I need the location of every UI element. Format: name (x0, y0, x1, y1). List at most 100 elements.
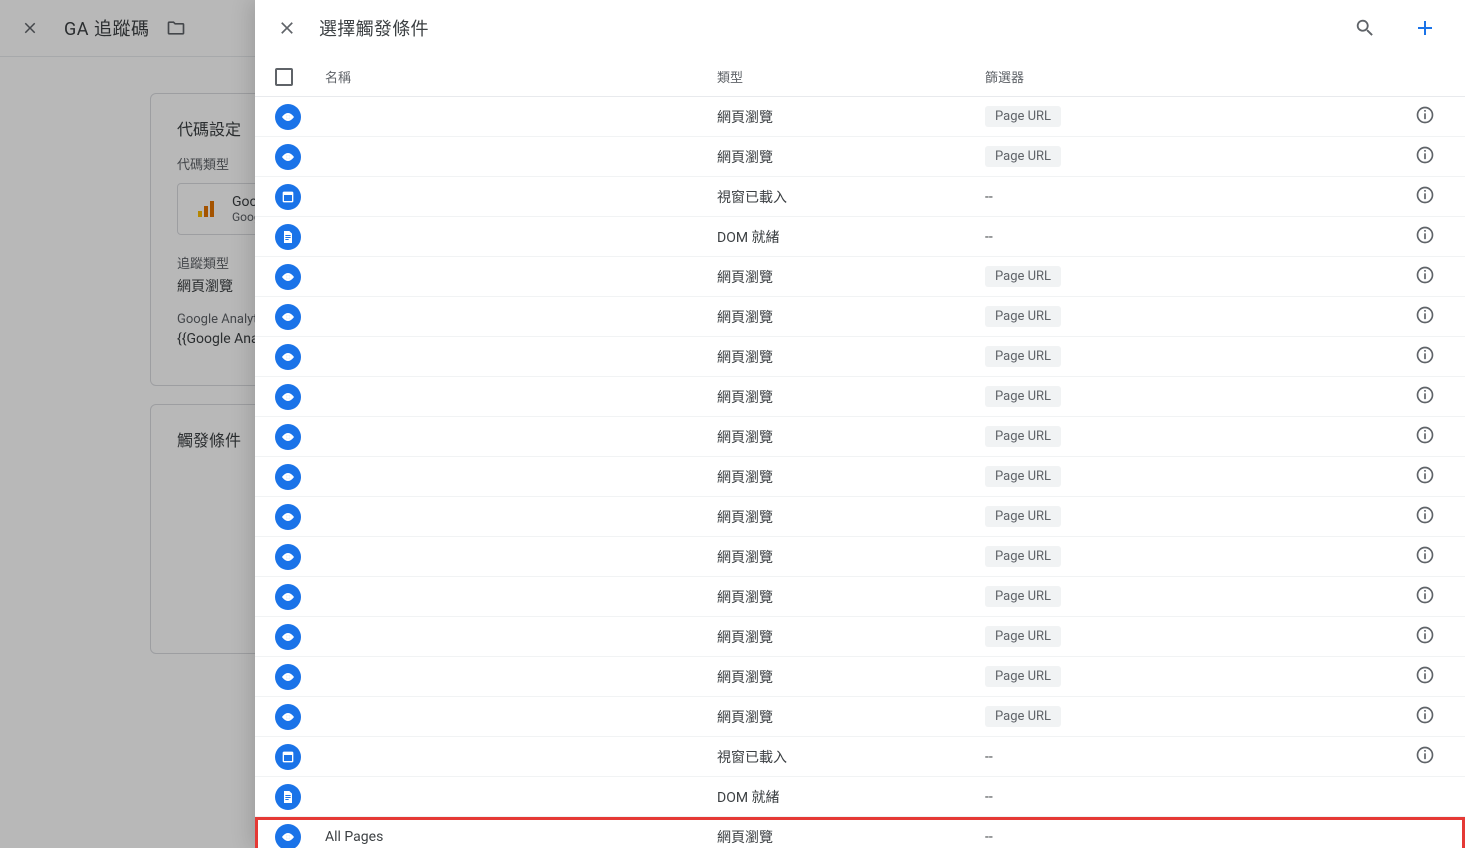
info-icon[interactable] (1415, 745, 1435, 769)
table-row[interactable]: 網頁瀏覽Page URL (255, 697, 1465, 737)
row-type: 網頁瀏覽 (717, 507, 985, 527)
table-row[interactable]: 網頁瀏覽Page URL (255, 657, 1465, 697)
trigger-type-icon-cell (275, 784, 325, 810)
add-icon[interactable] (1405, 8, 1445, 48)
row-type: 網頁瀏覽 (717, 667, 985, 687)
trigger-type-icon-cell (275, 504, 325, 530)
trigger-type-icon-cell (275, 304, 325, 330)
row-type: 視窗已載入 (717, 187, 985, 207)
table-row[interactable]: 視窗已載入-- (255, 177, 1465, 217)
table-row[interactable]: DOM 就緒-- (255, 217, 1465, 257)
row-info-cell (1405, 625, 1445, 649)
select-all-checkbox[interactable] (275, 68, 325, 86)
filter-pill: Page URL (985, 106, 1061, 127)
info-icon[interactable] (1415, 145, 1435, 169)
table-row[interactable]: 視窗已載入-- (255, 737, 1465, 777)
filter-pill: Page URL (985, 666, 1061, 687)
trigger-type-icon-cell (275, 624, 325, 650)
row-info-cell (1405, 425, 1445, 449)
pageview-icon (275, 624, 301, 650)
trigger-type-icon-cell (275, 544, 325, 570)
row-type: 網頁瀏覽 (717, 267, 985, 287)
row-type: 網頁瀏覽 (717, 627, 985, 647)
pageview-icon (275, 384, 301, 410)
checkbox-icon[interactable] (275, 68, 293, 86)
info-icon[interactable] (1415, 385, 1435, 409)
row-info-cell (1405, 105, 1445, 129)
filter-pill: Page URL (985, 466, 1061, 487)
table-row[interactable]: 網頁瀏覽Page URL (255, 137, 1465, 177)
pageview-icon (275, 424, 301, 450)
table-row[interactable]: 網頁瀏覽Page URL (255, 97, 1465, 137)
trigger-type-icon-cell (275, 664, 325, 690)
table-row[interactable]: DOM 就緒-- (255, 777, 1465, 817)
row-filter: -- (985, 829, 1405, 845)
row-type: 網頁瀏覽 (717, 707, 985, 727)
filter-pill: Page URL (985, 506, 1061, 527)
trigger-type-icon-cell (275, 184, 325, 210)
info-icon[interactable] (1415, 665, 1435, 689)
row-info-cell (1405, 585, 1445, 609)
pageview-icon (275, 464, 301, 490)
table-row[interactable]: 網頁瀏覽Page URL (255, 337, 1465, 377)
table-row[interactable]: 網頁瀏覽Page URL (255, 297, 1465, 337)
trigger-type-icon-cell (275, 584, 325, 610)
dom-ready-icon (275, 784, 301, 810)
info-icon[interactable] (1415, 305, 1435, 329)
row-info-cell (1405, 145, 1445, 169)
row-filter: -- (985, 789, 1405, 805)
table-row[interactable]: 網頁瀏覽Page URL (255, 377, 1465, 417)
table-row[interactable]: 網頁瀏覽Page URL (255, 537, 1465, 577)
row-info-cell (1405, 345, 1445, 369)
info-icon[interactable] (1415, 225, 1435, 249)
filter-pill: Page URL (985, 626, 1061, 647)
table-row[interactable]: All Pages網頁瀏覽-- (255, 817, 1465, 848)
dialog-title: 選擇觸發條件 (319, 15, 1325, 41)
table-row[interactable]: 網頁瀏覽Page URL (255, 617, 1465, 657)
info-icon[interactable] (1415, 585, 1435, 609)
info-icon[interactable] (1415, 465, 1435, 489)
table-row[interactable]: 網頁瀏覽Page URL (255, 457, 1465, 497)
row-type: 網頁瀏覽 (717, 107, 985, 127)
col-filter-header[interactable]: 篩選器 (985, 67, 1405, 86)
info-icon[interactable] (1415, 705, 1435, 729)
row-type: 網頁瀏覽 (717, 547, 985, 567)
row-filter: Page URL (985, 346, 1405, 367)
info-icon[interactable] (1415, 265, 1435, 289)
info-icon[interactable] (1415, 425, 1435, 449)
table-row[interactable]: 網頁瀏覽Page URL (255, 577, 1465, 617)
col-name-header[interactable]: 名稱 (325, 67, 717, 86)
table-row[interactable]: 網頁瀏覽Page URL (255, 257, 1465, 297)
close-icon[interactable] (275, 16, 299, 40)
row-type: 網頁瀏覽 (717, 147, 985, 167)
filter-pill: Page URL (985, 386, 1061, 407)
filter-pill: Page URL (985, 706, 1061, 727)
row-info-cell (1405, 665, 1445, 689)
row-type: 網頁瀏覽 (717, 427, 985, 447)
info-icon[interactable] (1415, 505, 1435, 529)
dom-ready-icon (275, 224, 301, 250)
table-row[interactable]: 網頁瀏覽Page URL (255, 497, 1465, 537)
pageview-icon (275, 264, 301, 290)
row-filter: Page URL (985, 426, 1405, 447)
info-icon[interactable] (1415, 625, 1435, 649)
search-icon[interactable] (1345, 8, 1385, 48)
row-info-cell (1405, 305, 1445, 329)
row-filter: Page URL (985, 506, 1405, 527)
window-loaded-icon (275, 744, 301, 770)
col-type-header[interactable]: 類型 (717, 67, 985, 86)
info-icon[interactable] (1415, 185, 1435, 209)
row-type: DOM 就緒 (717, 787, 985, 807)
info-icon[interactable] (1415, 545, 1435, 569)
info-icon[interactable] (1415, 345, 1435, 369)
row-filter: Page URL (985, 106, 1405, 127)
info-icon[interactable] (1415, 105, 1435, 129)
table-header: 名稱 類型 篩選器 (255, 57, 1465, 97)
table-row[interactable]: 網頁瀏覽Page URL (255, 417, 1465, 457)
pageview-icon (275, 144, 301, 170)
trigger-type-icon-cell (275, 424, 325, 450)
trigger-type-icon-cell (275, 264, 325, 290)
row-type: 網頁瀏覽 (717, 347, 985, 367)
pageview-icon (275, 544, 301, 570)
row-type: 網頁瀏覽 (717, 587, 985, 607)
